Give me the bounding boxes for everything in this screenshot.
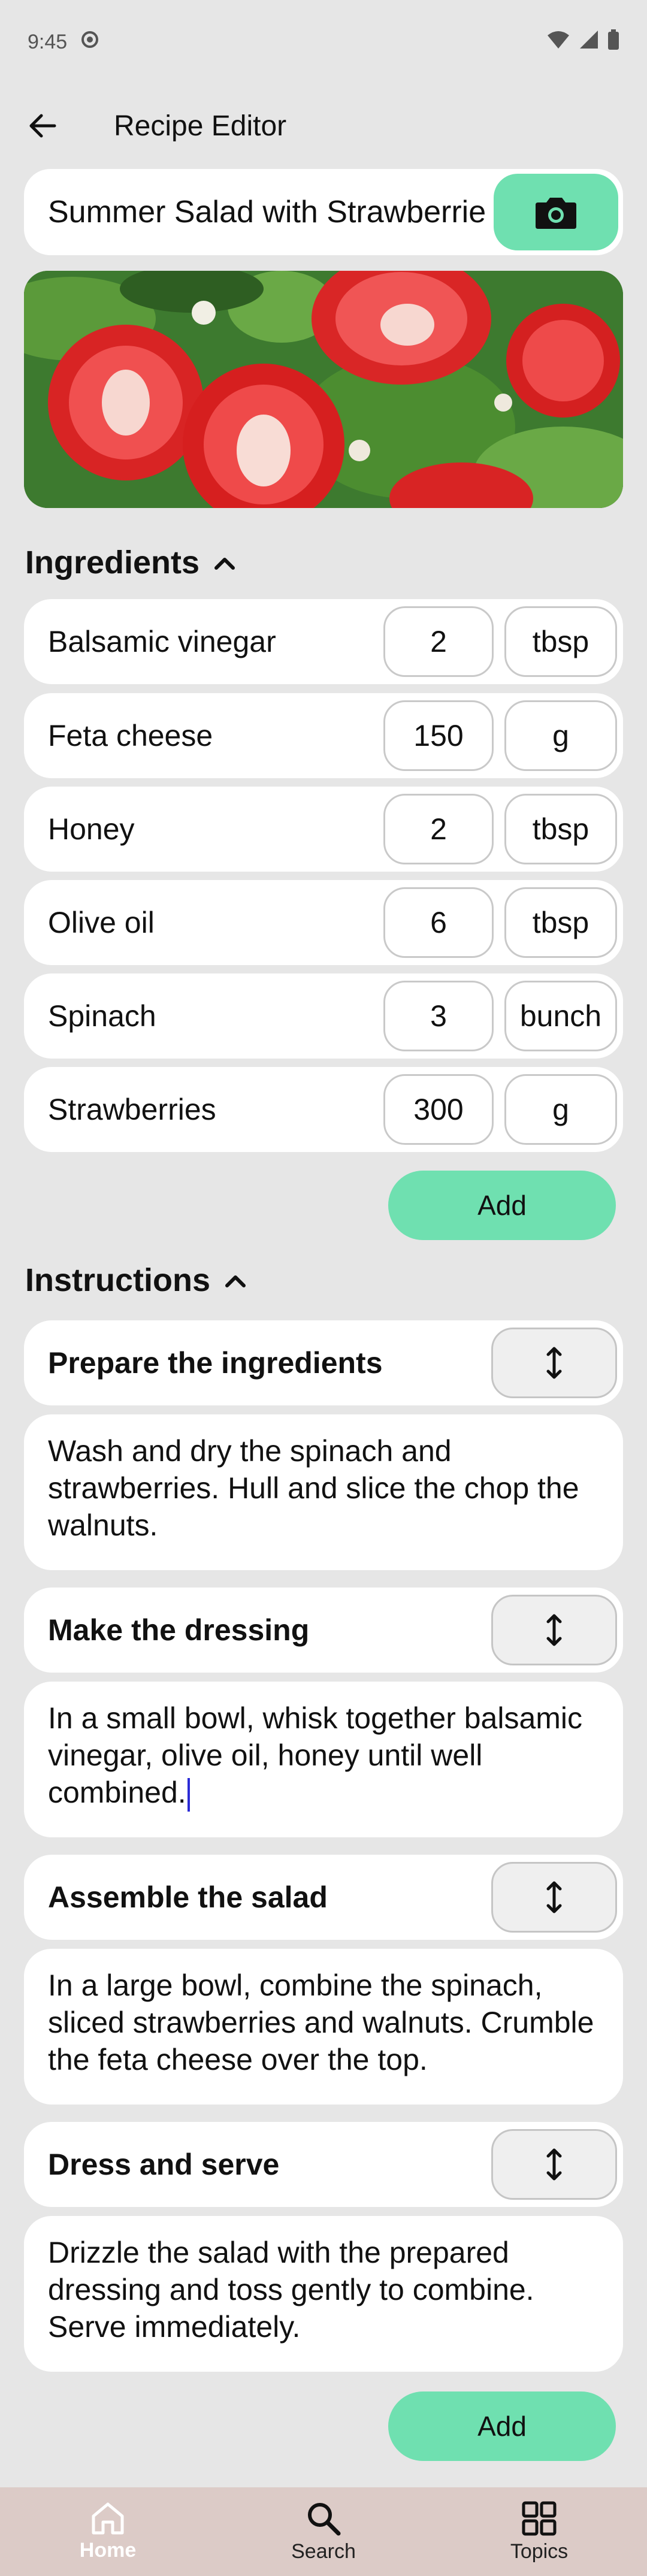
ingredient-row: Feta cheese 150 g	[24, 693, 623, 778]
unit-field[interactable]: bunch	[504, 981, 617, 1051]
nav-home-label: Home	[79, 2538, 137, 2562]
reorder-button[interactable]	[491, 1328, 617, 1398]
back-button[interactable]	[24, 108, 60, 144]
ingredient-row: Honey 2 tbsp	[24, 787, 623, 872]
nav-topics[interactable]: Topics	[431, 2487, 647, 2576]
step-description[interactable]: In a large bowl, combine the spinach, sl…	[24, 1949, 623, 2105]
unit-field[interactable]: g	[504, 1074, 617, 1145]
quantity-field[interactable]: 2	[383, 794, 494, 864]
ingredient-name[interactable]: Balsamic vinegar	[48, 624, 383, 659]
reorder-button[interactable]	[491, 2129, 617, 2200]
app-bar: Recipe Editor	[0, 84, 647, 168]
reorder-button[interactable]	[491, 1595, 617, 1665]
unit-field[interactable]: tbsp	[504, 606, 617, 677]
quantity-field[interactable]: 6	[383, 887, 494, 958]
search-icon	[308, 2502, 341, 2535]
drag-handle-icon	[546, 2148, 562, 2181]
home-icon	[92, 2502, 124, 2534]
drag-handle-icon	[546, 1347, 562, 1379]
ingredient-row: Spinach 3 bunch	[24, 973, 623, 1059]
bottom-navigation: Home Search Topics	[0, 2487, 647, 2576]
quantity-field[interactable]: 150	[383, 700, 494, 771]
unit-field[interactable]: tbsp	[504, 794, 617, 864]
step-description[interactable]: Wash and dry the spinach and strawberrie…	[24, 1414, 623, 1570]
instructions-header[interactable]: Instructions	[25, 1262, 247, 1299]
quantity-field[interactable]: 2	[383, 606, 494, 677]
ingredient-name[interactable]: Honey	[48, 812, 383, 846]
camera-icon	[536, 198, 576, 229]
chevron-up-icon	[225, 1275, 246, 1287]
ingredients-header[interactable]: Ingredients	[25, 544, 237, 581]
arrow-back-icon	[29, 114, 56, 138]
step-header: Prepare the ingredients	[24, 1320, 623, 1405]
wifi-icon	[546, 29, 570, 55]
ingredient-row: Strawberries 300 g	[24, 1067, 623, 1152]
ingredient-row: Balsamic vinegar 2 tbsp	[24, 599, 623, 684]
unit-field[interactable]: tbsp	[504, 887, 617, 958]
signal-icon	[579, 29, 599, 55]
recipe-title-input[interactable]: Summer Salad with Strawberrie	[48, 194, 485, 230]
step-description[interactable]: Drizzle the salad with the prepared dres…	[24, 2216, 623, 2372]
quantity-field[interactable]: 3	[383, 981, 494, 1051]
step-title[interactable]: Make the dressing	[48, 1613, 309, 1647]
text-cursor	[187, 1777, 190, 1812]
add-ingredient-button[interactable]: Add	[388, 1171, 616, 1240]
step-header: Make the dressing	[24, 1588, 623, 1673]
step-header: Assemble the salad	[24, 1855, 623, 1940]
step-title[interactable]: Assemble the salad	[48, 1880, 328, 1915]
add-step-button[interactable]: Add	[388, 2391, 616, 2461]
ingredients-title: Ingredients	[25, 545, 200, 580]
status-time: 9:45	[28, 30, 68, 53]
battery-icon	[607, 29, 619, 55]
recipe-photo[interactable]	[24, 271, 623, 508]
nav-search[interactable]: Search	[216, 2487, 431, 2576]
step-description-editing[interactable]: In a small bowl, whisk together balsamic…	[24, 1682, 623, 1837]
chevron-up-icon	[214, 558, 235, 570]
drag-handle-icon	[546, 1614, 562, 1646]
quantity-field[interactable]: 300	[383, 1074, 494, 1145]
notification-icon	[80, 30, 99, 55]
step-title[interactable]: Prepare the ingredients	[48, 1346, 383, 1380]
step-header: Dress and serve	[24, 2122, 623, 2207]
camera-button[interactable]	[494, 174, 618, 250]
ingredient-name[interactable]: Feta cheese	[48, 718, 383, 753]
grid-icon	[522, 2501, 557, 2535]
instructions-title: Instructions	[25, 1262, 211, 1298]
unit-field[interactable]: g	[504, 700, 617, 771]
step-description-text: In a small bowl, whisk together balsamic…	[48, 1701, 583, 1809]
recipe-title-card: Summer Salad with Strawberrie	[24, 169, 623, 255]
salad-image	[24, 271, 623, 508]
ingredient-name[interactable]: Olive oil	[48, 905, 383, 940]
nav-search-label: Search	[291, 2539, 356, 2563]
ingredient-row: Olive oil 6 tbsp	[24, 880, 623, 965]
step-title[interactable]: Dress and serve	[48, 2147, 279, 2182]
page-title: Recipe Editor	[114, 110, 287, 142]
reorder-button[interactable]	[491, 1862, 617, 1933]
nav-topics-label: Topics	[510, 2539, 569, 2563]
ingredient-name[interactable]: Spinach	[48, 999, 383, 1033]
ingredient-name[interactable]: Strawberries	[48, 1092, 383, 1127]
status-bar: 9:45	[0, 0, 647, 84]
drag-handle-icon	[546, 1881, 562, 1913]
nav-home[interactable]: Home	[0, 2487, 216, 2576]
